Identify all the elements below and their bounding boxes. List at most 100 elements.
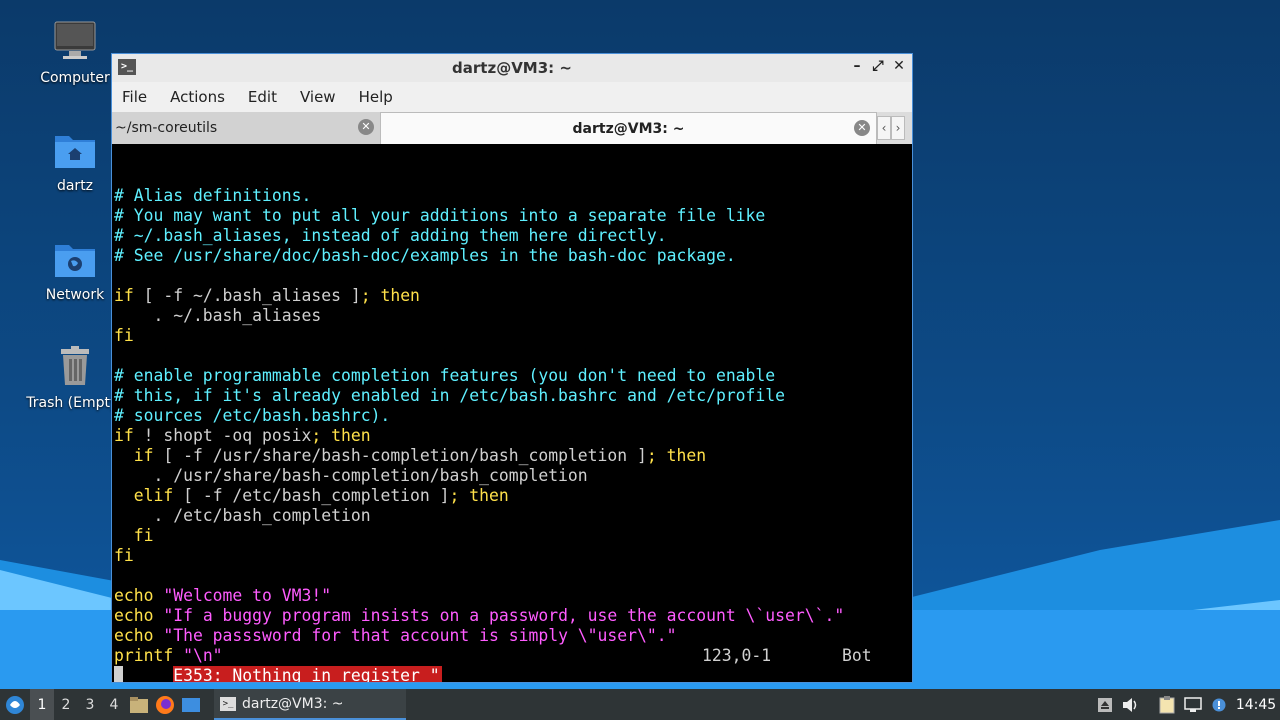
close-tab-icon[interactable]: ✕ — [854, 120, 870, 136]
desktop-icon-home[interactable]: dartz — [25, 128, 125, 194]
terminal-text: # enable programmable completion feature… — [114, 366, 776, 385]
file-manager-launcher[interactable] — [126, 689, 152, 720]
scroll-position: Bot — [842, 646, 872, 665]
terminal-text: "If a buggy program insists on a passwor… — [163, 606, 845, 625]
terminal-line: # You may want to put all your additions… — [114, 206, 912, 226]
terminal-line: . /usr/share/bash-completion/bash_comple… — [114, 466, 912, 486]
terminal-text: if — [114, 446, 154, 465]
desktop-icon-computer[interactable]: Computer — [25, 20, 125, 86]
network-button[interactable] — [1180, 689, 1206, 720]
tab-label: ~/sm-coreutils — [115, 120, 218, 136]
terminal-line: . /etc/bash_completion — [114, 506, 912, 526]
show-desktop-launcher[interactable] — [178, 689, 204, 720]
lxqt-logo-icon — [6, 695, 24, 714]
terminal-window: >_ dartz@VM3: ~ – ⤢ ✕ File Actions Edit … — [111, 53, 913, 683]
terminal-text: "The passsword for that account is simpl… — [163, 626, 677, 645]
network-tray-icon — [1184, 696, 1202, 712]
terminal-output[interactable]: # Alias definitions. # You may want to pu… — [112, 144, 912, 682]
menu-help[interactable]: Help — [359, 88, 393, 106]
updates-icon — [1212, 698, 1226, 711]
workspace-3[interactable]: 3 — [78, 689, 102, 720]
terminal-text: [ -f /etc/bash_completion ] — [173, 486, 450, 505]
taskbar: 1 2 3 4 >_ dartz@VM3: ~ 14:45 — [0, 689, 1280, 720]
terminal-line: if ! shopt -oq posix; then — [114, 426, 912, 446]
terminal-line: fi — [114, 326, 912, 346]
clock[interactable]: 14:45 — [1232, 697, 1280, 713]
desktop-icon-label: Computer — [40, 70, 110, 86]
terminal-text: echo — [114, 606, 164, 625]
taskbar-task-terminal[interactable]: >_ dartz@VM3: ~ — [214, 689, 406, 720]
terminal-text: # sources /etc/bash.bashrc). — [114, 406, 391, 425]
terminal-line: # ~/.bash_aliases, instead of adding the… — [114, 226, 912, 246]
terminal-line: if [ -f ~/.bash_aliases ]; then — [114, 286, 912, 306]
network-folder-icon — [55, 245, 95, 277]
terminal-text: # See /usr/share/doc/bash-doc/examples i… — [114, 246, 736, 265]
terminal-line: echo "The passsword for that account is … — [114, 626, 912, 646]
window-titlebar[interactable]: >_ dartz@VM3: ~ – ⤢ ✕ — [112, 54, 912, 82]
eject-icon — [1098, 697, 1112, 712]
menu-file[interactable]: File — [122, 88, 147, 106]
desktop-icon-label: dartz — [56, 178, 94, 194]
workspace-1[interactable]: 1 — [30, 689, 54, 720]
terminal-line: # enable programmable completion feature… — [114, 366, 912, 386]
terminal-text: if — [114, 286, 134, 305]
desktop-icon — [182, 697, 200, 712]
menu-actions[interactable]: Actions — [170, 88, 225, 106]
vim-status-line: E353: Nothing in register " 123,0-1 Bot — [114, 646, 904, 682]
desktop-icon-network[interactable]: Network — [25, 237, 125, 303]
workspace-2[interactable]: 2 — [54, 689, 78, 720]
terminal-text: if — [114, 426, 134, 445]
home-folder-icon — [55, 136, 95, 168]
minimize-button[interactable]: – — [848, 58, 866, 74]
window-title: dartz@VM3: ~ — [452, 59, 572, 77]
terminal-text: "Welcome to VM3!" — [163, 586, 332, 605]
terminal-text: fi — [114, 326, 134, 345]
close-button[interactable]: ✕ — [890, 58, 908, 74]
volume-icon — [1123, 697, 1137, 712]
terminal-text: [ -f /usr/share/bash-completion/bash_com… — [153, 446, 647, 465]
task-label: dartz@VM3: ~ — [242, 695, 344, 712]
menu-view[interactable]: View — [300, 88, 336, 106]
terminal-line: # Alias definitions. — [114, 186, 912, 206]
file-manager-icon — [130, 696, 148, 713]
menu-edit[interactable]: Edit — [248, 88, 277, 106]
tab-dartz[interactable]: dartz@VM3: ~ ✕ — [380, 112, 877, 144]
firefox-icon — [156, 695, 174, 714]
cursor-position: 123,0-1 — [702, 646, 772, 665]
updates-button[interactable] — [1206, 689, 1232, 720]
tab-label: dartz@VM3: ~ — [572, 120, 685, 137]
maximize-button[interactable]: ⤢ — [869, 58, 887, 74]
terminal-text: . /usr/share/bash-completion/bash_comple… — [114, 466, 588, 485]
terminal-text: . /etc/bash_completion — [114, 506, 371, 525]
terminal-text: ! shopt -oq posix — [133, 426, 312, 445]
start-menu-button[interactable] — [0, 689, 30, 720]
terminal-line: echo "If a buggy program insists on a pa… — [114, 606, 912, 626]
tab-sm-coreutils[interactable]: ~/sm-coreutils ✕ — [112, 112, 380, 144]
terminal-text: [ -f ~/.bash_aliases ] — [133, 286, 361, 305]
volume-button[interactable] — [1118, 689, 1144, 720]
terminal-line: elif [ -f /etc/bash_completion ]; then — [114, 486, 912, 506]
clipboard-icon — [1159, 695, 1175, 713]
terminal-text: fi — [114, 526, 154, 545]
terminal-text: # this, if it's already enabled in /etc/… — [114, 386, 786, 405]
terminal-text: fi — [114, 546, 134, 565]
eject-button[interactable] — [1092, 689, 1118, 720]
firefox-launcher[interactable] — [152, 689, 178, 720]
terminal-line: # this, if it's already enabled in /etc/… — [114, 386, 912, 406]
trash-icon — [61, 346, 89, 385]
tab-bar: ~/sm-coreutils ✕ dartz@VM3: ~ ✕ ‹ › — [112, 112, 912, 144]
terminal-text: # Alias definitions. — [114, 186, 312, 205]
terminal-text: ; then — [646, 446, 707, 465]
workspace-4[interactable]: 4 — [102, 689, 126, 720]
terminal-line: fi — [114, 546, 912, 566]
tab-scroll-right-button[interactable]: › — [891, 116, 905, 140]
close-tab-icon[interactable]: ✕ — [358, 119, 374, 135]
terminal-text: echo — [114, 626, 164, 645]
clipboard-button[interactable] — [1154, 689, 1180, 720]
terminal-line: # sources /etc/bash.bashrc). — [114, 406, 912, 426]
desktop-icon-trash[interactable]: Trash (Empty) — [25, 345, 125, 411]
tab-scroll-left-button[interactable]: ‹ — [877, 116, 891, 140]
